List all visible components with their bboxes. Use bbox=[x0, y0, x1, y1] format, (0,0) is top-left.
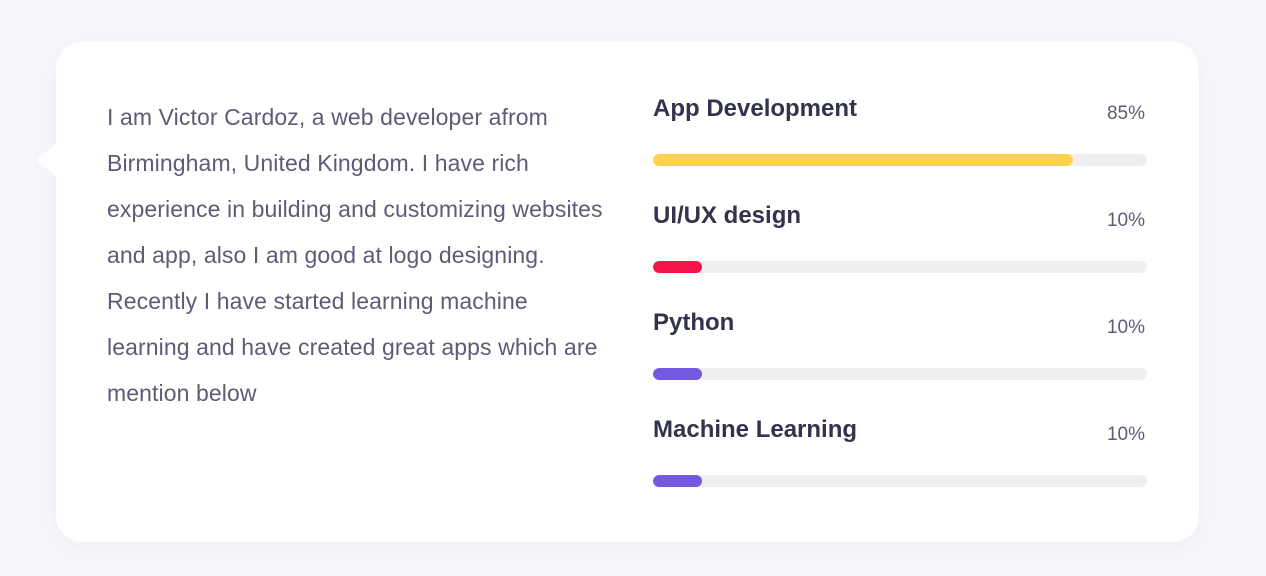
skill-item-python: Python 10% bbox=[653, 303, 1147, 410]
progress-track bbox=[653, 154, 1147, 166]
skill-item-machine-learning: Machine Learning 10% bbox=[653, 410, 1147, 517]
about-card: I am Victor Cardoz, a web developer afro… bbox=[36, 42, 1199, 542]
skill-percent: 10% bbox=[1106, 317, 1145, 338]
skill-percent: 10% bbox=[1106, 424, 1145, 445]
progress-fill bbox=[653, 154, 1073, 166]
progress-track bbox=[653, 261, 1147, 273]
skill-item-app-development: App Development 85% bbox=[653, 89, 1147, 196]
progress-track bbox=[653, 475, 1147, 487]
skill-percent: 10% bbox=[1106, 210, 1145, 231]
skill-name: UI/UX design bbox=[653, 202, 802, 229]
skill-name: Machine Learning bbox=[653, 416, 858, 443]
progress-track bbox=[653, 368, 1147, 380]
progress-fill bbox=[653, 261, 703, 273]
skill-name: App Development bbox=[653, 95, 858, 122]
card-pointer bbox=[36, 142, 58, 178]
skills-list: App Development 85% UI/UX design 10% Pyt… bbox=[653, 89, 1147, 517]
skill-percent: 85% bbox=[1106, 103, 1145, 124]
skill-name: Python bbox=[653, 309, 735, 336]
progress-fill bbox=[653, 368, 703, 380]
bio-text: I am Victor Cardoz, a web developer afro… bbox=[107, 104, 603, 406]
progress-fill bbox=[653, 475, 703, 487]
skill-item-ui-ux-design: UI/UX design 10% bbox=[653, 196, 1147, 303]
